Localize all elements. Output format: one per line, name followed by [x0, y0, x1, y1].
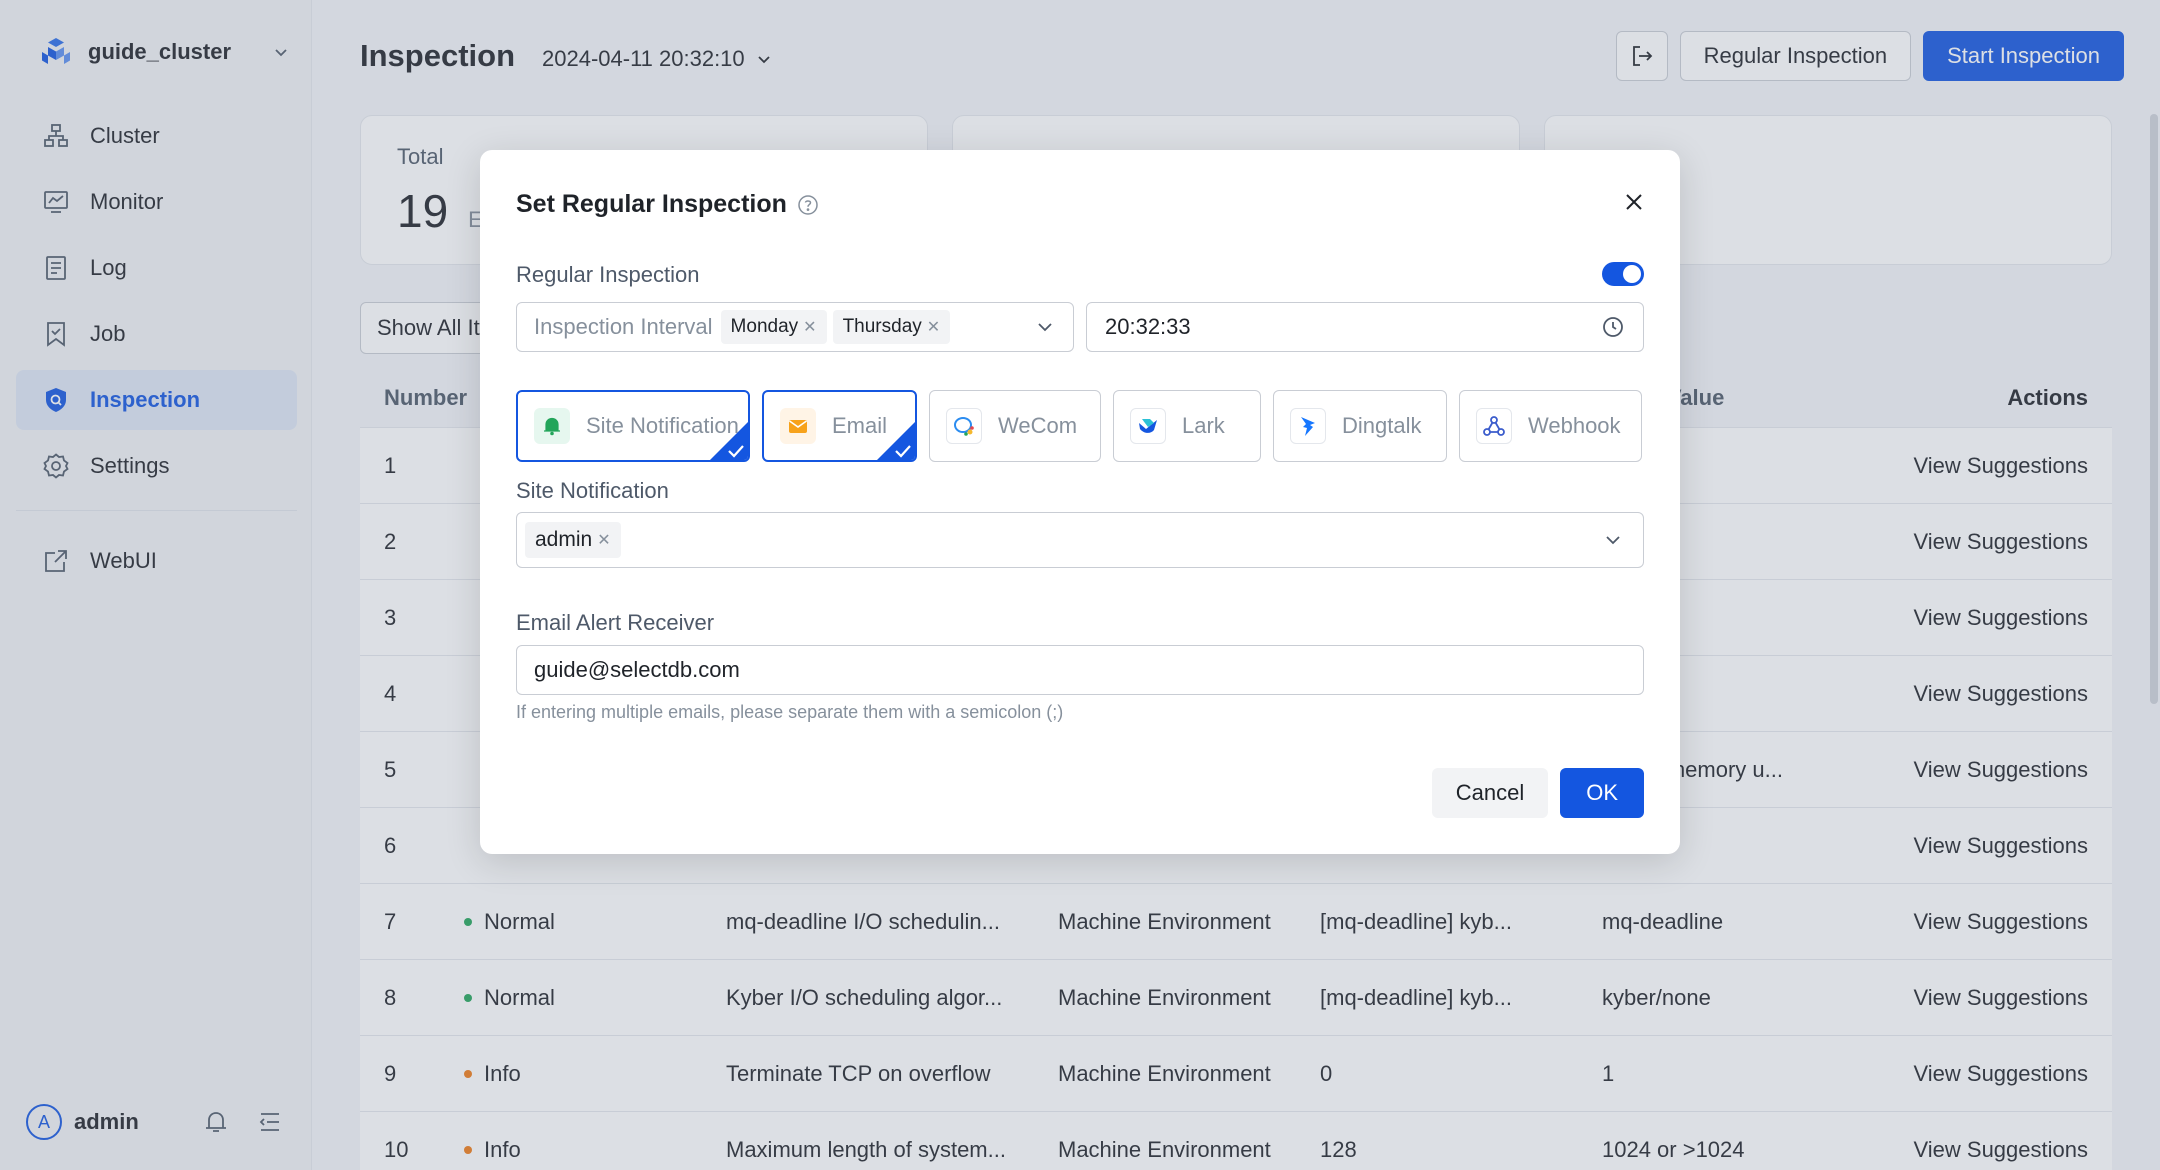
page-scrollbar[interactable] — [2150, 114, 2158, 704]
chevron-down-icon — [1606, 536, 1620, 545]
check-icon — [728, 445, 744, 458]
ok-button[interactable]: OK — [1560, 768, 1644, 818]
tag-remove-icon[interactable]: ✕ — [597, 530, 610, 550]
wecom-icon — [946, 408, 982, 444]
email-value: guide@selectdb.com — [534, 657, 740, 682]
dingtalk-icon — [1290, 408, 1326, 444]
time-value: 20:32:33 — [1105, 314, 1191, 339]
channel-label: Dingtalk — [1342, 413, 1422, 438]
tag-label: admin — [535, 528, 593, 551]
help-icon[interactable] — [797, 194, 819, 216]
modal-title-text: Set Regular Inspection — [516, 190, 787, 218]
channel-label: Webhook — [1528, 413, 1621, 438]
user-tag: admin ✕ — [525, 522, 621, 558]
close-icon — [1626, 194, 1642, 210]
check-icon — [895, 445, 911, 458]
bell-icon — [534, 408, 570, 444]
clock-icon — [1603, 317, 1623, 337]
inspection-interval-select[interactable]: Inspection Interval Monday ✕ Thursday ✕ — [516, 302, 1074, 352]
lark-icon — [1130, 408, 1166, 444]
regular-inspection-label: Regular Inspection — [516, 262, 700, 287]
channel-label: Lark — [1182, 413, 1225, 438]
tag-label: Monday — [730, 316, 799, 337]
tag-remove-icon[interactable]: ✕ — [803, 317, 816, 337]
cancel-button[interactable]: Cancel — [1431, 768, 1549, 818]
tag-remove-icon[interactable]: ✕ — [927, 317, 940, 337]
channel-email[interactable]: Email — [762, 390, 917, 462]
email-receiver-label: Email Alert Receiver — [516, 610, 715, 635]
email-hint: If entering multiple emails, please sepa… — [516, 702, 1064, 722]
site-notification-users-select[interactable]: admin ✕ — [516, 512, 1644, 568]
notification-channels: Site Notification Email WeCom Lark Dingt… — [516, 390, 1644, 462]
channel-site-notification[interactable]: Site Notification — [516, 390, 750, 462]
regular-inspection-modal: Set Regular Inspection Regular Inspectio… — [480, 150, 1680, 854]
interval-tag: Thursday ✕ — [832, 310, 951, 344]
email-receiver-input[interactable]: guide@selectdb.com — [516, 645, 1644, 695]
chevron-down-icon — [1038, 323, 1052, 332]
tag-label: Thursday — [842, 316, 922, 337]
webhook-icon — [1476, 408, 1512, 444]
modal-actions: Cancel OK — [1431, 768, 1644, 818]
modal-title: Set Regular Inspection — [516, 190, 819, 219]
regular-inspection-toggle[interactable] — [1602, 262, 1644, 286]
time-picker[interactable]: 20:32:33 — [1086, 302, 1644, 352]
interval-placeholder: Inspection Interval — [534, 314, 713, 339]
channel-webhook[interactable]: Webhook — [1459, 390, 1642, 462]
site-notification-label: Site Notification — [516, 478, 669, 503]
mail-icon — [780, 408, 816, 444]
channel-wecom[interactable]: WeCom — [929, 390, 1101, 462]
close-button[interactable] — [1620, 188, 1648, 216]
channel-lark[interactable]: Lark — [1113, 390, 1261, 462]
channel-label: WeCom — [998, 413, 1078, 438]
channel-dingtalk[interactable]: Dingtalk — [1273, 390, 1447, 462]
interval-tag: Monday ✕ — [720, 310, 827, 344]
